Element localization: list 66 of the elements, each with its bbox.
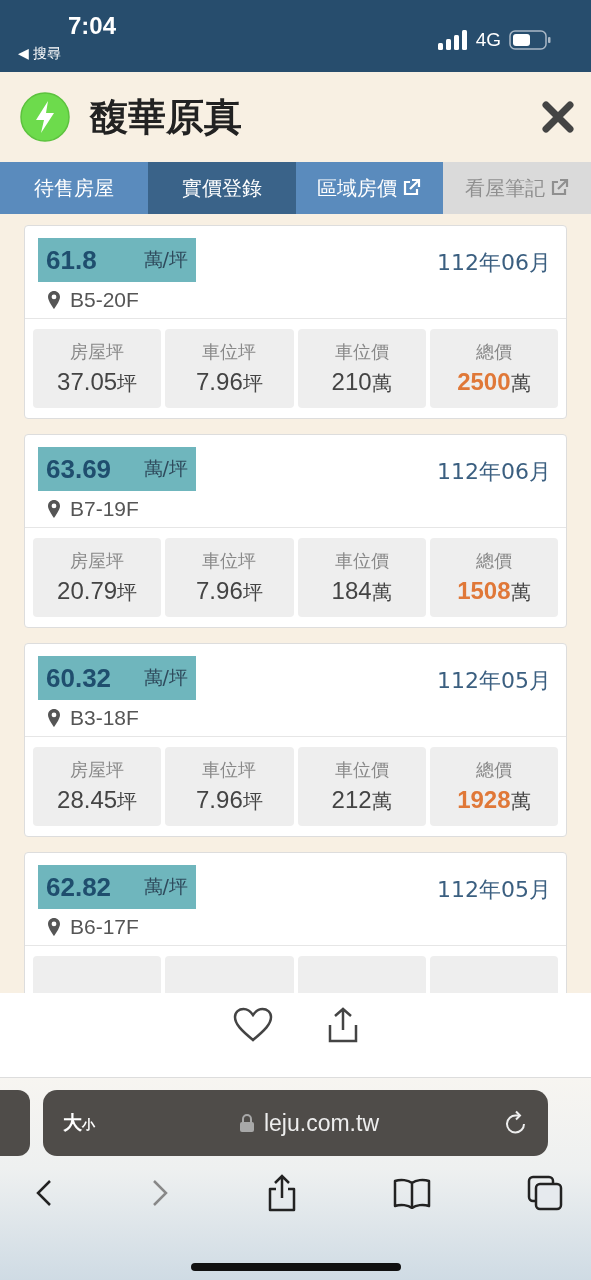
record-date: 112年06月 bbox=[437, 249, 551, 277]
unit-location: B3-18F bbox=[70, 706, 139, 730]
stat-value: 184萬 bbox=[331, 577, 392, 606]
lock-icon bbox=[239, 1114, 254, 1132]
tab[interactable]: 待售房屋 bbox=[0, 162, 148, 214]
stat-value: 1928萬 bbox=[457, 786, 531, 815]
unit-location: B6-17F bbox=[70, 915, 139, 939]
stat-label: 總價 bbox=[475, 340, 512, 364]
stat-label: 房屋坪 bbox=[70, 340, 125, 364]
record-card[interactable]: 62.82 萬/坪 B6-17F 112年05月 bbox=[24, 852, 567, 993]
stat-label: 車位價 bbox=[334, 549, 389, 573]
tabs-icon[interactable] bbox=[527, 1175, 563, 1211]
record-date: 112年05月 bbox=[437, 876, 551, 904]
stat-label: 房屋坪 bbox=[70, 758, 125, 782]
url-text: leju.com.tw bbox=[263, 1109, 379, 1137]
stat-label: 車位坪 bbox=[202, 549, 257, 573]
price-badge: 63.69 萬/坪 bbox=[38, 447, 196, 491]
address-bar[interactable]: 大小 leju.com.tw bbox=[43, 1090, 548, 1156]
reload-icon[interactable] bbox=[504, 1110, 528, 1136]
stat-label: 房屋坪 bbox=[70, 549, 125, 573]
record-date: 112年05月 bbox=[437, 667, 551, 695]
price-badge: 60.32 萬/坪 bbox=[38, 656, 196, 700]
record-card[interactable]: 61.8 萬/坪 B5-20F 112年06月 房屋坪 37.05坪 車位坪 7.96坪 車位價 210萬 總價 2500萬 bbox=[24, 225, 567, 419]
text-size-button[interactable]: 大小 bbox=[63, 1110, 95, 1136]
stat-value: 37.05坪 bbox=[57, 368, 138, 397]
stat-value: 212萬 bbox=[331, 786, 392, 815]
network-label: 4G bbox=[475, 29, 501, 51]
stat-value: 210萬 bbox=[331, 368, 392, 397]
stat-value: 2500萬 bbox=[457, 368, 531, 397]
tab[interactable]: 區域房價 bbox=[295, 162, 444, 214]
status-time: 7:04 bbox=[68, 12, 117, 40]
stat-value: 7.96坪 bbox=[196, 577, 263, 606]
price-badge: 61.8 萬/坪 bbox=[38, 238, 196, 282]
share-icon[interactable] bbox=[326, 1007, 359, 1043]
back-link[interactable]: ◀ 搜尋 bbox=[18, 44, 117, 62]
back-icon[interactable] bbox=[34, 1178, 54, 1208]
record-card[interactable]: 60.32 萬/坪 B3-18F 112年05月 房屋坪 28.45坪 車位坪 7.96坪 車位價 212萬 總價 1928萬 bbox=[24, 643, 567, 837]
record-date: 112年06月 bbox=[437, 458, 551, 486]
battery-icon bbox=[509, 30, 551, 50]
stat-label: 總價 bbox=[475, 549, 512, 573]
lightning-icon bbox=[20, 92, 70, 142]
stat-label: 車位坪 bbox=[202, 758, 257, 782]
price-badge: 62.82 萬/坪 bbox=[38, 865, 196, 909]
tab[interactable]: 實價登錄 bbox=[147, 162, 296, 214]
location-pin-icon bbox=[48, 918, 60, 936]
stat-value: 1508萬 bbox=[457, 577, 531, 606]
book-icon[interactable] bbox=[393, 1177, 432, 1209]
unit-location: B7-19F bbox=[70, 497, 139, 521]
stat-label: 車位價 bbox=[334, 758, 389, 782]
previous-tab-pill[interactable] bbox=[0, 1090, 30, 1156]
unit-location: B5-20F bbox=[70, 288, 139, 312]
stat-label: 總價 bbox=[475, 758, 512, 782]
close-icon[interactable] bbox=[541, 100, 575, 134]
location-pin-icon bbox=[48, 709, 60, 727]
stat-label: 車位價 bbox=[334, 340, 389, 364]
stat-value: 7.96坪 bbox=[196, 368, 263, 397]
stat-value: 20.79坪 bbox=[57, 577, 138, 606]
location-pin-icon bbox=[48, 500, 60, 518]
location-pin-icon bbox=[48, 291, 60, 309]
record-card[interactable]: 63.69 萬/坪 B7-19F 112年06月 房屋坪 20.79坪 車位坪 7.96坪 車位價 184萬 總價 1508萬 bbox=[24, 434, 567, 628]
signal-icon bbox=[437, 30, 468, 50]
stat-value: 7.96坪 bbox=[196, 786, 263, 815]
stat-label: 車位坪 bbox=[202, 340, 257, 364]
heart-icon[interactable] bbox=[232, 1007, 273, 1043]
stat-value: 28.45坪 bbox=[57, 786, 138, 815]
page-title: 馥華原真 bbox=[90, 93, 243, 141]
